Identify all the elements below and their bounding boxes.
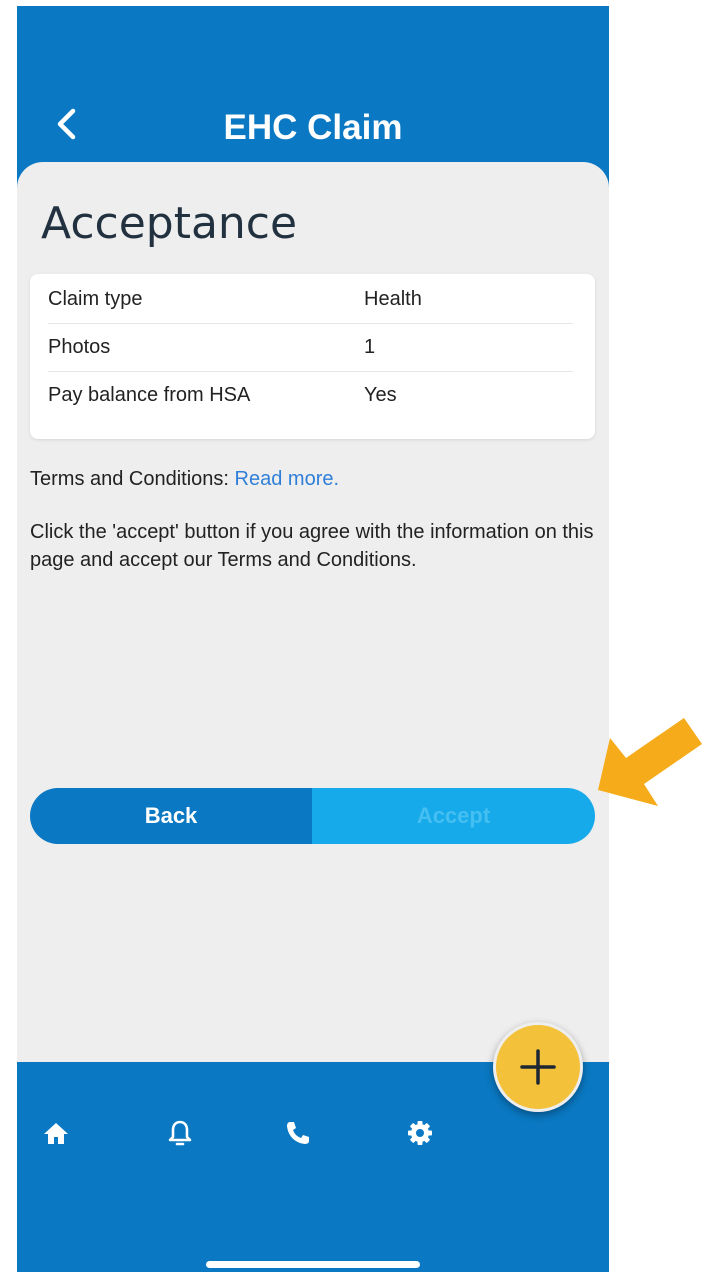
gear-icon[interactable] <box>403 1116 437 1150</box>
instructions-text: Click the 'accept' button if you agree w… <box>30 521 594 571</box>
row-label: Pay balance from HSA <box>48 384 251 406</box>
read-more-link[interactable]: Read more. <box>235 468 340 490</box>
bell-icon[interactable] <box>163 1116 197 1150</box>
header-title: EHC Claim <box>223 108 403 147</box>
add-fab-button[interactable] <box>493 1022 583 1112</box>
row-value: Yes <box>364 384 397 406</box>
row-label: Claim type <box>48 288 143 310</box>
row-value: Health <box>364 288 422 310</box>
action-button-group: Back Accept <box>30 788 595 844</box>
row-label: Photos <box>48 336 111 358</box>
back-button[interactable]: Back <box>30 788 312 844</box>
page-title: Acceptance <box>41 198 298 249</box>
summary-row-pay-balance: Pay balance from HSA Yes <box>48 372 573 419</box>
content-panel: Acceptance Claim type Health Photos 1 Pa… <box>17 162 609 1062</box>
accept-button[interactable]: Accept <box>312 788 595 844</box>
terms-line: Terms and Conditions: Read more. <box>30 468 339 491</box>
row-value: 1 <box>364 336 376 358</box>
app-screen: EHC Claim Acceptance Claim type Health P… <box>17 6 609 1272</box>
home-indicator <box>206 1261 420 1268</box>
home-icon[interactable] <box>39 1116 73 1150</box>
summary-row-claim-type: Claim type Health <box>48 276 573 324</box>
annotation-arrow-icon <box>598 718 702 806</box>
summary-row-photos: Photos 1 <box>48 324 573 372</box>
claim-summary-card: Claim type Health Photos 1 Pay balance f… <box>30 274 595 439</box>
terms-label: Terms and Conditions: <box>30 468 235 490</box>
plus-icon <box>520 1049 556 1085</box>
phone-icon[interactable] <box>281 1116 315 1150</box>
